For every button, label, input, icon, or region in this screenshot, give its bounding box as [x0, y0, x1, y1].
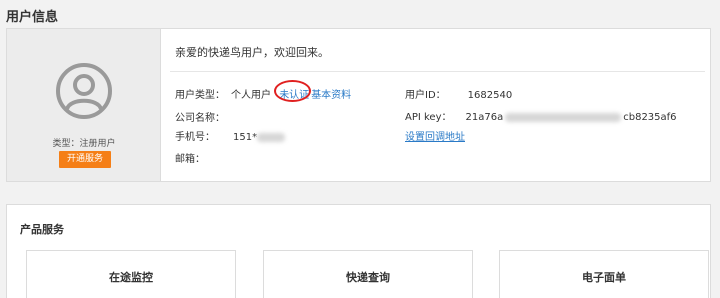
api-key-prefix: 21a76a [465, 112, 504, 123]
user-id-row: 用户ID： 1682540 [405, 86, 512, 101]
product-services-panel: 产品服务 在途监控 快递查询 电子面单 [6, 204, 711, 298]
api-key-redacted [505, 112, 622, 122]
product-card-label: 电子面单 [582, 271, 626, 284]
profile-panel: 类型：注册用户 开通服务 [7, 29, 161, 181]
unverified-link[interactable]: 未认证 [274, 80, 312, 102]
basic-info-link[interactable]: 基本资料 [311, 90, 351, 101]
company-label: 公司名称： [175, 113, 225, 124]
user-type-caption: 类型：注册用户 [52, 139, 116, 149]
user-id-value: 1682540 [467, 90, 513, 101]
user-avatar-icon [56, 63, 112, 119]
callback-row: 设置回调地址 [405, 128, 465, 143]
phone-label: 手机号： [175, 132, 215, 143]
divider [170, 71, 705, 72]
product-services-title: 产品服务 [20, 223, 64, 236]
product-card-e-waybill[interactable]: 电子面单 [499, 250, 709, 298]
user-type-label: 用户类型： [175, 90, 225, 101]
page-section-title: 用户信息 [6, 10, 59, 25]
product-card-express-query[interactable]: 快递查询 [263, 250, 473, 298]
open-service-button[interactable]: 开通服务 [59, 151, 111, 168]
email-row: 邮箱： [175, 150, 205, 165]
api-key-suffix: cb8235af6 [623, 112, 677, 123]
user-info-card: 类型：注册用户 开通服务 亲爱的快递鸟用户，欢迎回来。 用户类型： 个人用户 未认… [6, 28, 711, 182]
email-label: 邮箱： [175, 154, 205, 165]
api-key-label: API key： [405, 112, 452, 123]
user-id-label: 用户ID： [405, 90, 446, 101]
phone-value: 151* [233, 132, 258, 143]
product-card-label: 快递查询 [346, 271, 390, 284]
phone-row: 手机号： 151* [175, 128, 286, 143]
product-card-label: 在途监控 [109, 271, 153, 284]
set-callback-link[interactable]: 设置回调地址 [405, 132, 465, 143]
phone-redacted [257, 132, 286, 142]
product-card-transit-monitor[interactable]: 在途监控 [26, 250, 236, 298]
annotation-circle [274, 80, 312, 102]
user-type-row: 用户类型： 个人用户 未认证 基本资料 [175, 80, 351, 102]
company-row: 公司名称： [175, 109, 225, 124]
api-key-row: API key： 21a76a cb8235af6 [405, 108, 677, 123]
welcome-message: 亲爱的快递鸟用户，欢迎回来。 [175, 46, 329, 59]
user-type-value: 个人用户 [231, 90, 271, 101]
